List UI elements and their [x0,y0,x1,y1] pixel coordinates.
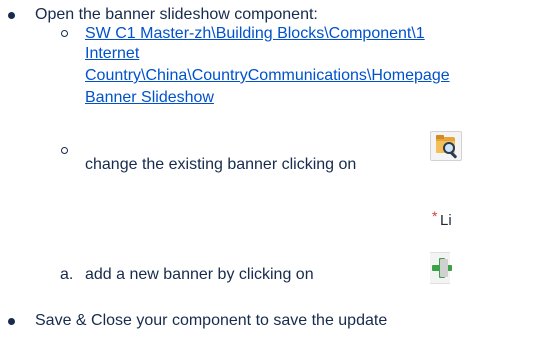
list-item-add-banner: add a new banner by clicking on [85,266,314,283]
component-path-link[interactable]: Country\China\CountryCommunications\Home… [85,67,450,85]
component-path-link[interactable]: SW C1 Master-zh\Building Blocks\Componen… [85,25,425,43]
list-item-change-banner: change the existing banner clicking on [85,156,357,173]
bullet-disc [8,12,15,19]
search-folder-icon[interactable] [430,131,462,161]
required-marker: * [432,208,438,224]
list-item-save-close: Save & Close your component to save the … [35,312,388,329]
component-path-link[interactable]: Banner Slideshow [85,89,214,107]
document-body: Open the banner slideshow component: SW … [0,0,540,341]
list-marker-a: a. [60,266,74,283]
trash-icon[interactable] [440,259,448,277]
bullet-disc [8,318,15,325]
component-path-link[interactable]: Internet [85,45,139,63]
list-item-open-component: Open the banner slideshow component: [35,6,318,23]
list-field-label: List: [440,212,452,229]
bullet-circle [61,30,68,37]
bullet-circle [61,147,68,154]
